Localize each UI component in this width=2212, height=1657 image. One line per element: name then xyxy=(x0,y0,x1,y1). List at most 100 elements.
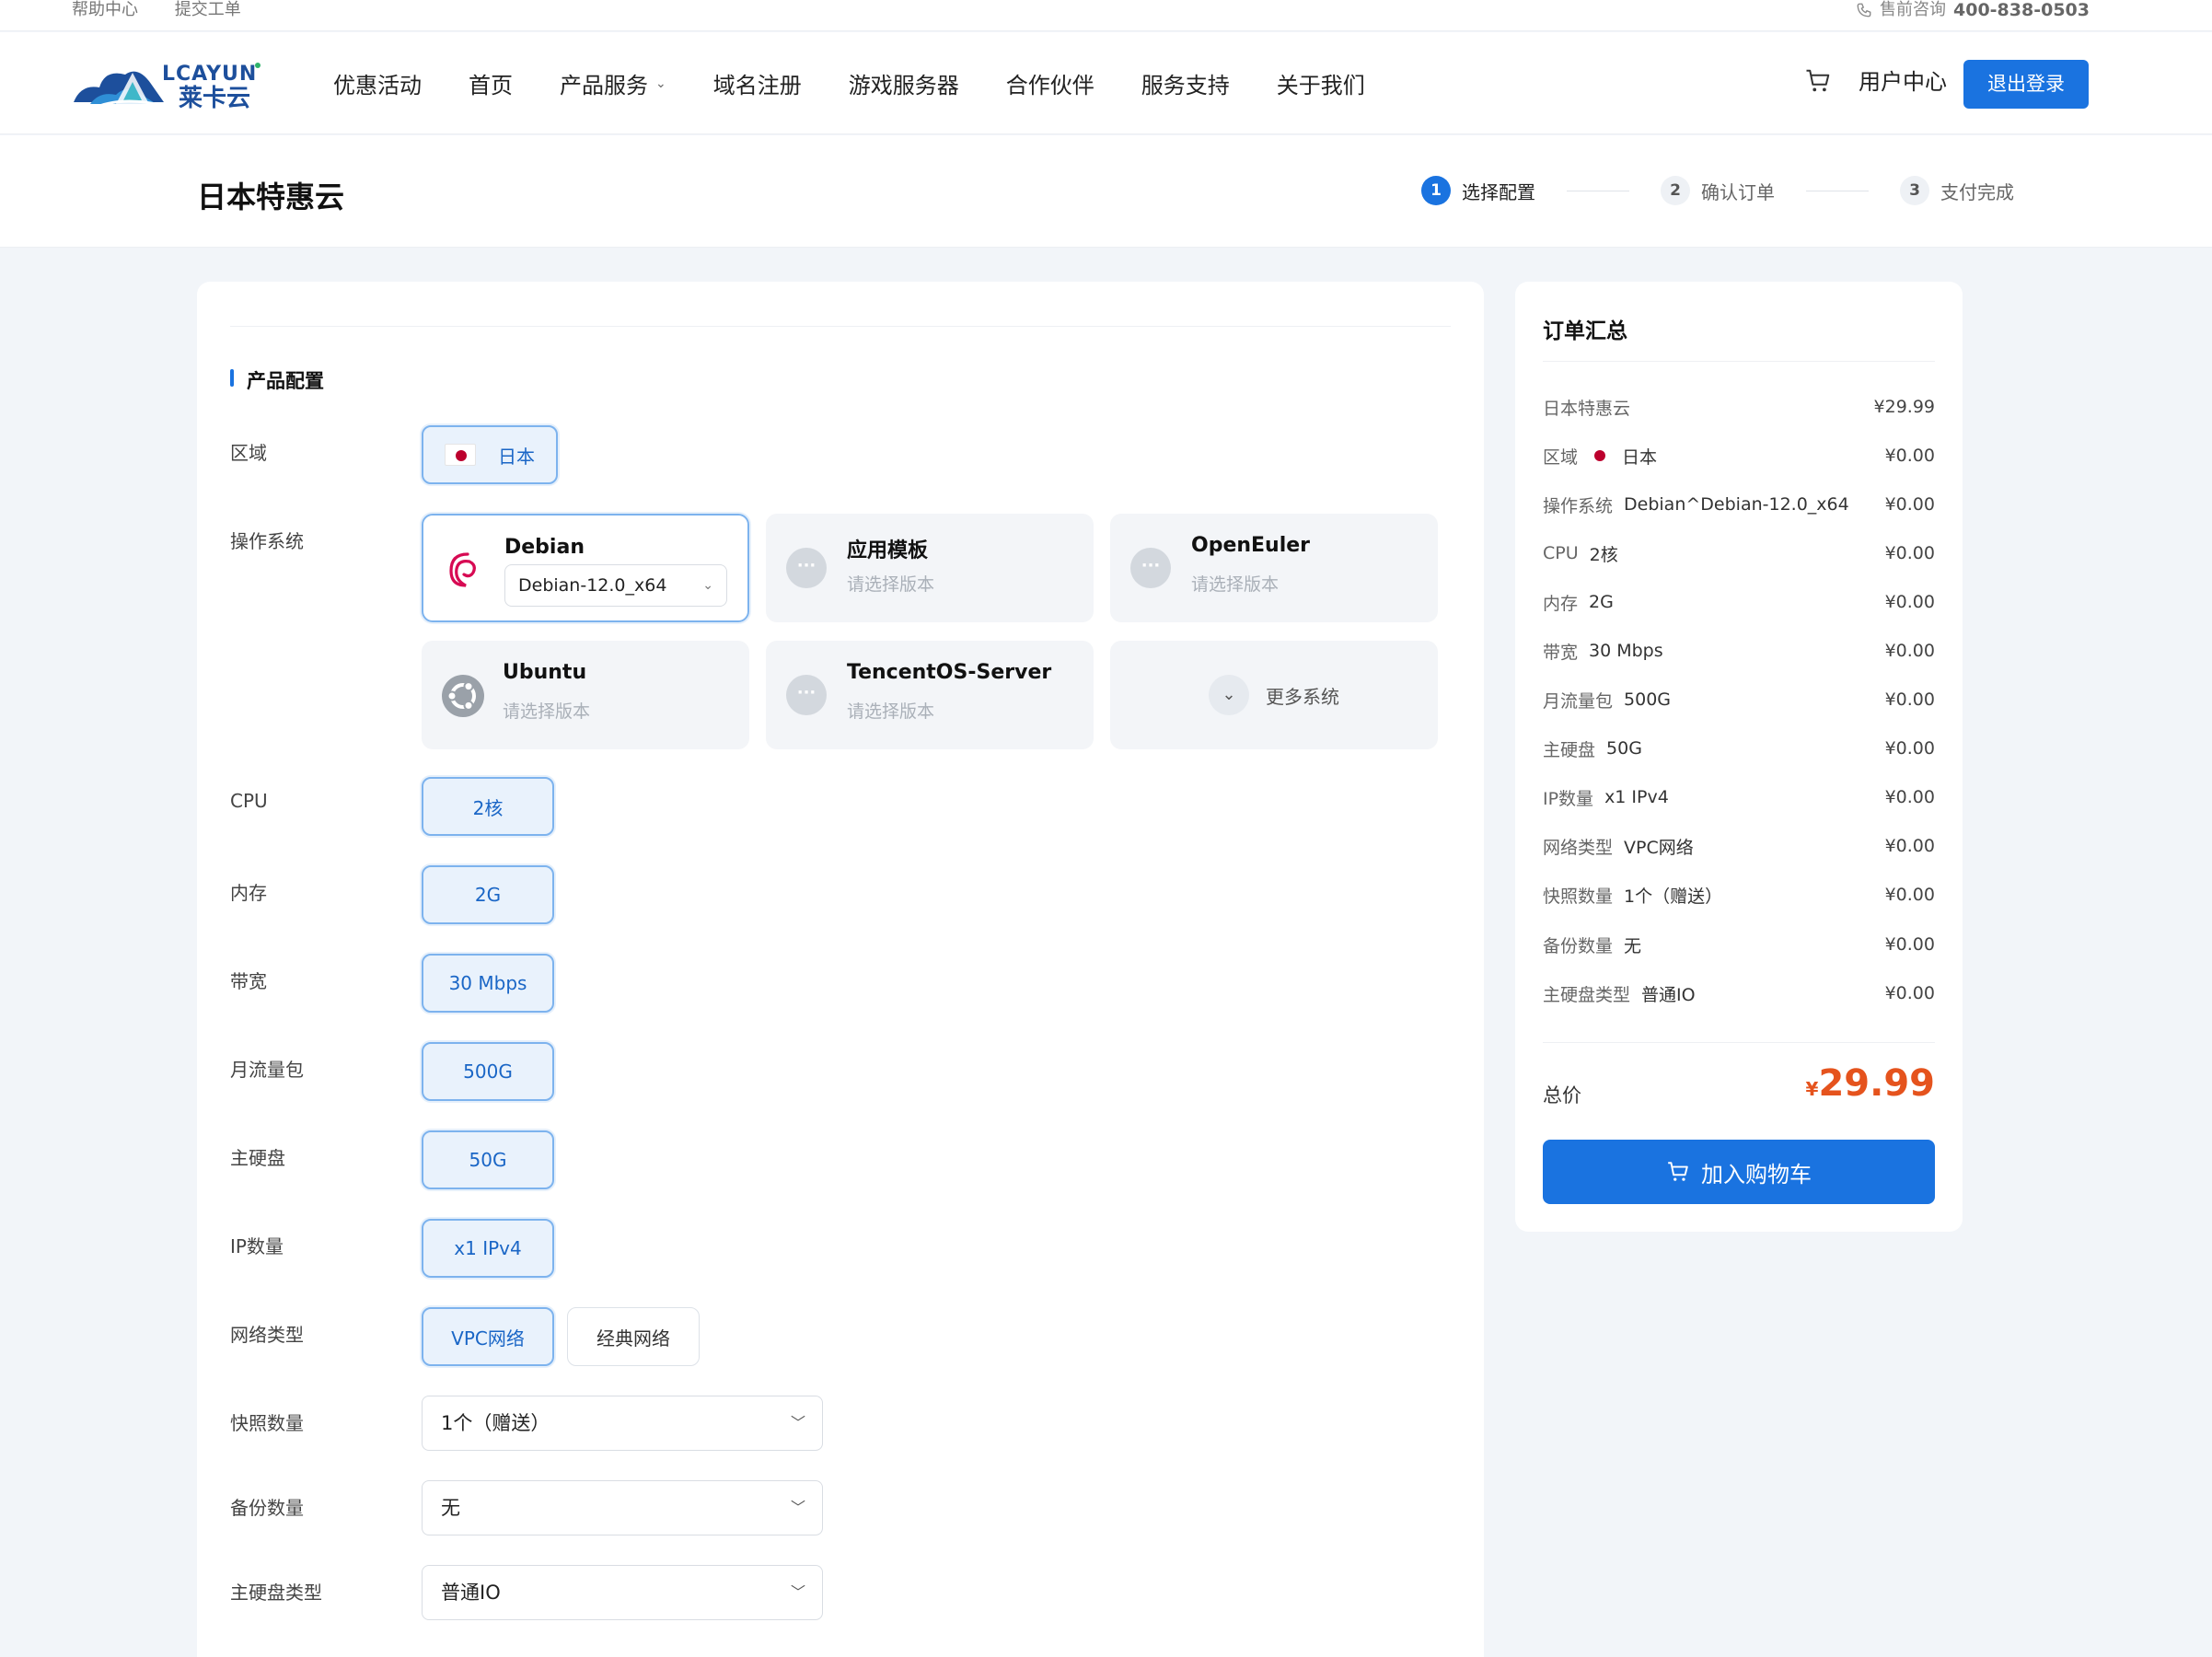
more-os-label: 更多系统 xyxy=(1266,685,1339,708)
user-center-link[interactable]: 用户中心 xyxy=(1859,65,1947,98)
bandwidth-option[interactable]: 30 Mbps xyxy=(422,954,554,1013)
summary-row-backup: 备份数量无 ¥0.00 xyxy=(1543,931,1935,958)
network-option-vpc[interactable]: VPC网络 xyxy=(422,1307,554,1366)
disk-type-value: 普通IO xyxy=(441,1582,501,1604)
summary-key: 主硬盘类型 xyxy=(1543,984,1631,1005)
summary-row-bandwidth: 带宽 30 Mbps ¥0.00 xyxy=(1543,637,1935,665)
add-to-cart-button[interactable]: 加入购物车 xyxy=(1543,1140,1935,1204)
nav-item-promotions[interactable]: 优惠活动 xyxy=(333,67,422,99)
os-version-value: Debian-12.0_x64 xyxy=(518,575,667,596)
submit-ticket-link[interactable]: 提交工单 xyxy=(175,0,241,19)
os-version-placeholder: 请选择版本 xyxy=(503,701,591,722)
help-center-link[interactable]: 帮助中心 xyxy=(72,0,138,19)
bandwidth-label: 带宽 xyxy=(230,970,267,992)
nav-item-home[interactable]: 首页 xyxy=(469,67,513,99)
os-card-openeuler[interactable]: ··· OpenEuler 请选择版本 xyxy=(1110,514,1438,622)
config-card: 产品配置 区域 日本 操作系统 Debian Debian-12.0_x64 ⌄… xyxy=(197,282,1484,1657)
step-number: 2 xyxy=(1661,176,1690,205)
nav-item-game-server[interactable]: 游戏服务器 xyxy=(849,67,959,99)
ip-option[interactable]: x1 IPv4 xyxy=(422,1219,554,1278)
summary-value: 2G xyxy=(1589,592,1614,612)
ubuntu-icon xyxy=(442,675,484,717)
summary-row-product: 日本特惠云 ¥29.99 xyxy=(1543,393,1935,421)
total-label: 总价 xyxy=(1543,1084,1581,1107)
logout-button[interactable]: 退出登录 xyxy=(1963,60,2089,109)
cart-icon xyxy=(1668,1162,1688,1181)
summary-key: 月流量包 xyxy=(1543,690,1614,712)
section-title: 产品配置 xyxy=(230,366,324,394)
nav-item-support[interactable]: 服务支持 xyxy=(1141,67,1230,99)
chevron-down-icon: ⌄ xyxy=(1209,675,1249,715)
os-card-tencentos[interactable]: ··· TencentOS-Server 请选择版本 xyxy=(766,641,1094,749)
os-card-debian[interactable]: Debian Debian-12.0_x64 ⌄ xyxy=(422,514,749,622)
step-confirm-order: 2 确认订单 xyxy=(1661,176,1775,205)
logo-graphic: LCAYUN 莱卡云 xyxy=(74,63,261,112)
os-version-placeholder: 请选择版本 xyxy=(847,701,935,722)
summary-row-traffic: 月流量包 500G ¥0.00 xyxy=(1543,686,1935,713)
summary-key: 备份数量 xyxy=(1543,935,1614,956)
os-label: 操作系统 xyxy=(230,530,304,552)
summary-price: ¥0.00 xyxy=(1884,641,1935,661)
summary-key: 操作系统 xyxy=(1543,495,1614,516)
chevron-down-icon: ﹀ xyxy=(790,1583,805,1601)
memory-option[interactable]: 2G xyxy=(422,865,554,924)
traffic-label: 月流量包 xyxy=(230,1059,304,1081)
japan-flag-icon xyxy=(1594,450,1606,461)
region-option-label: 日本 xyxy=(498,445,535,468)
presale-phone: 400-838-0503 xyxy=(1953,0,2090,20)
os-version-placeholder: 请选择版本 xyxy=(847,574,935,595)
backup-value: 无 xyxy=(441,1497,460,1519)
more-os-button[interactable]: ⌄ 更多系统 xyxy=(1110,641,1438,749)
summary-key: IP数量 xyxy=(1543,788,1594,809)
summary-key: 内存 xyxy=(1543,593,1579,614)
summary-row-disk: 主硬盘 50G ¥0.00 xyxy=(1543,735,1935,762)
os-card-ubuntu[interactable]: Ubuntu 请选择版本 xyxy=(422,641,749,749)
os-name: 应用模板 xyxy=(847,539,929,562)
total-amount: 29.99 xyxy=(1818,1062,1935,1105)
chevron-down-icon: ⌄ xyxy=(655,75,666,91)
summary-row-memory: 内存 2G ¥0.00 xyxy=(1543,588,1935,616)
nav-item-domain[interactable]: 域名注册 xyxy=(713,67,802,99)
logo-text-cn: 莱卡云 xyxy=(179,85,250,111)
summary-price: ¥0.00 xyxy=(1884,592,1935,612)
network-option-classic[interactable]: 经典网络 xyxy=(567,1307,700,1366)
cart-icon[interactable] xyxy=(1804,67,1832,95)
summary-value: 500G xyxy=(1624,689,1672,710)
network-label: 网络类型 xyxy=(230,1324,304,1346)
summary-price: ¥0.00 xyxy=(1884,494,1935,515)
summary-price: ¥0.00 xyxy=(1884,983,1935,1003)
summary-key: 日本特惠云 xyxy=(1543,398,1631,419)
summary-value: 30 Mbps xyxy=(1589,641,1663,661)
summary-price: ¥0.00 xyxy=(1884,885,1935,905)
disk-option[interactable]: 50G xyxy=(422,1130,554,1189)
summary-value: Debian^Debian-12.0_x64 xyxy=(1624,494,1849,515)
backup-select[interactable]: 无 ﹀ xyxy=(422,1480,823,1535)
chevron-down-icon: ⌄ xyxy=(702,578,713,593)
os-version-placeholder: 请选择版本 xyxy=(1191,574,1280,595)
divider xyxy=(230,326,1451,327)
divider xyxy=(1543,361,1935,362)
summary-row-os: 操作系统 Debian^Debian-12.0_x64 ¥0.00 xyxy=(1543,491,1935,518)
disk-label: 主硬盘 xyxy=(230,1147,285,1169)
summary-price: ¥0.00 xyxy=(1884,738,1935,759)
more-dots-icon: ··· xyxy=(786,548,827,588)
summary-value: 无 xyxy=(1624,935,1642,956)
brand-logo[interactable]: LCAYUN 莱卡云 xyxy=(72,56,265,112)
top-utility-bar: 帮助中心 提交工单 售前咨询 400-838-0503 xyxy=(0,0,2212,31)
os-card-app-template[interactable]: ··· 应用模板 请选择版本 xyxy=(766,514,1094,622)
region-option-japan[interactable]: 日本 xyxy=(422,425,558,484)
summary-key: 带宽 xyxy=(1543,642,1579,663)
nav-item-partners[interactable]: 合作伙伴 xyxy=(1006,67,1094,99)
summary-key: 区域 xyxy=(1543,446,1579,468)
presale-contact: 售前咨询 400-838-0503 xyxy=(1856,0,2090,20)
disk-type-select[interactable]: 普通IO ﹀ xyxy=(422,1565,823,1620)
summary-value: 50G xyxy=(1606,738,1642,759)
summary-value: VPC网络 xyxy=(1624,837,1694,858)
nav-item-about[interactable]: 关于我们 xyxy=(1277,67,1365,99)
nav-item-products[interactable]: 产品服务 ⌄ xyxy=(560,67,666,99)
traffic-option[interactable]: 500G xyxy=(422,1042,554,1101)
summary-value: 普通IO xyxy=(1641,984,1696,1005)
os-version-select[interactable]: Debian-12.0_x64 ⌄ xyxy=(504,564,727,607)
cpu-option[interactable]: 2核 xyxy=(422,777,554,836)
snapshot-select[interactable]: 1个（赠送） ﹀ xyxy=(422,1396,823,1451)
